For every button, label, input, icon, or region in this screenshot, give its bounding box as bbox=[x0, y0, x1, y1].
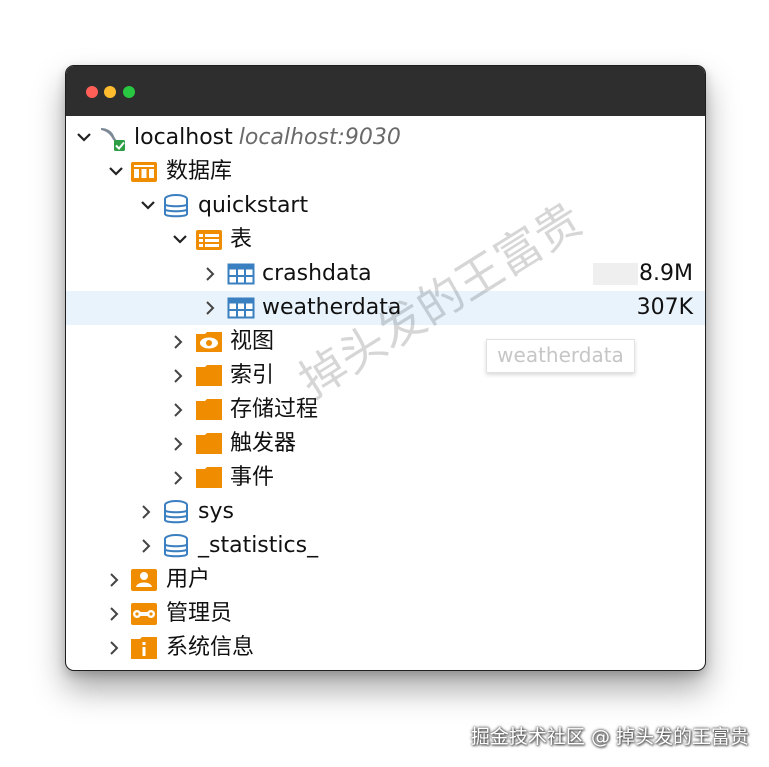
zoom-window-button[interactable] bbox=[123, 86, 135, 98]
tree-item-procedures[interactable]: 存储过程 bbox=[66, 393, 705, 427]
tree-item-table[interactable]: crashdata 8.9M bbox=[66, 257, 705, 291]
close-window-button[interactable] bbox=[86, 86, 98, 98]
user-icon bbox=[130, 568, 157, 592]
tree-item-label: 触发器 bbox=[230, 431, 297, 456]
tree-item-label: 视图 bbox=[230, 329, 275, 354]
chevron-right-icon[interactable] bbox=[106, 563, 124, 597]
connection-name: localhost bbox=[134, 125, 233, 150]
folder-icon bbox=[195, 398, 222, 422]
folder-icon bbox=[195, 364, 222, 388]
tree-item-label: localhost localhost:9030 bbox=[134, 123, 401, 153]
chevron-right-icon[interactable] bbox=[170, 427, 188, 461]
chevron-right-icon[interactable] bbox=[138, 529, 156, 563]
chevron-right-icon[interactable] bbox=[202, 257, 220, 291]
table-size: 8.9M bbox=[639, 261, 693, 286]
chevron-right-icon[interactable] bbox=[138, 495, 156, 529]
tree-item-label: 用户 bbox=[166, 567, 211, 592]
chevron-right-icon[interactable] bbox=[170, 393, 188, 427]
chevron-down-icon[interactable] bbox=[170, 223, 188, 257]
connection-icon bbox=[98, 126, 125, 151]
tree-item-label: 数据库 bbox=[166, 159, 233, 184]
chevron-down-icon[interactable] bbox=[138, 189, 156, 223]
folder-icon bbox=[195, 466, 222, 490]
chevron-right-icon[interactable] bbox=[170, 359, 188, 393]
tree-item-label: _statistics_ bbox=[198, 533, 319, 558]
wrench-icon bbox=[130, 602, 157, 626]
chevron-right-icon[interactable] bbox=[170, 325, 188, 359]
tree-item-label: 事件 bbox=[230, 465, 275, 490]
tree-item-sysinfo[interactable]: 系统信息 bbox=[66, 631, 705, 665]
title-bar bbox=[66, 66, 705, 116]
tree-item-label: 索引 bbox=[230, 363, 275, 388]
chevron-right-icon[interactable] bbox=[106, 597, 124, 631]
tree-item-sys[interactable]: sys bbox=[66, 495, 705, 529]
tree-item-triggers[interactable]: 触发器 bbox=[66, 427, 705, 461]
database-icon bbox=[163, 500, 189, 524]
info-icon bbox=[130, 636, 157, 660]
tree-item-quickstart[interactable]: quickstart bbox=[66, 189, 705, 223]
table-size: 307K bbox=[636, 295, 693, 320]
database-icon bbox=[163, 194, 189, 218]
table-icon bbox=[227, 262, 255, 286]
size-bar bbox=[593, 263, 638, 285]
tree-item-localhost[interactable]: localhost localhost:9030 bbox=[66, 121, 705, 155]
tree-item-label: quickstart bbox=[198, 193, 309, 218]
chevron-right-icon[interactable] bbox=[170, 461, 188, 495]
tree-item-admins[interactable]: 管理员 bbox=[66, 597, 705, 631]
tree-item-label: 存储过程 bbox=[230, 397, 319, 422]
chevron-right-icon[interactable] bbox=[202, 291, 220, 325]
folder-icon bbox=[195, 432, 222, 456]
tree-item-label: 系统信息 bbox=[166, 635, 255, 660]
table-name: crashdata bbox=[262, 261, 372, 286]
database-icon bbox=[163, 534, 189, 558]
chevron-right-icon[interactable] bbox=[106, 631, 124, 665]
chevron-down-icon[interactable] bbox=[106, 155, 124, 189]
minimize-window-button[interactable] bbox=[104, 86, 116, 98]
footer-watermark: 掘金技术社区 @ 掉头发的王富贵 bbox=[470, 726, 749, 748]
tree-item-tables[interactable]: 表 bbox=[66, 223, 705, 257]
tree-item-events[interactable]: 事件 bbox=[66, 461, 705, 495]
chevron-down-icon[interactable] bbox=[74, 121, 92, 155]
database-group-icon bbox=[130, 160, 157, 184]
tree-item-databases[interactable]: 数据库 bbox=[66, 155, 705, 189]
tree-item-label: 管理员 bbox=[166, 601, 233, 626]
table-icon bbox=[227, 296, 255, 320]
connection-address: localhost:9030 bbox=[238, 125, 401, 150]
tree-item-statistics[interactable]: _statistics_ bbox=[66, 529, 705, 563]
eye-icon bbox=[195, 330, 222, 354]
tree-item-users[interactable]: 用户 bbox=[66, 563, 705, 597]
table-group-icon bbox=[195, 228, 222, 252]
tree-item-label: 表 bbox=[230, 227, 253, 252]
tooltip: weatherdata bbox=[486, 339, 635, 373]
tree-item-label: sys bbox=[198, 499, 234, 524]
